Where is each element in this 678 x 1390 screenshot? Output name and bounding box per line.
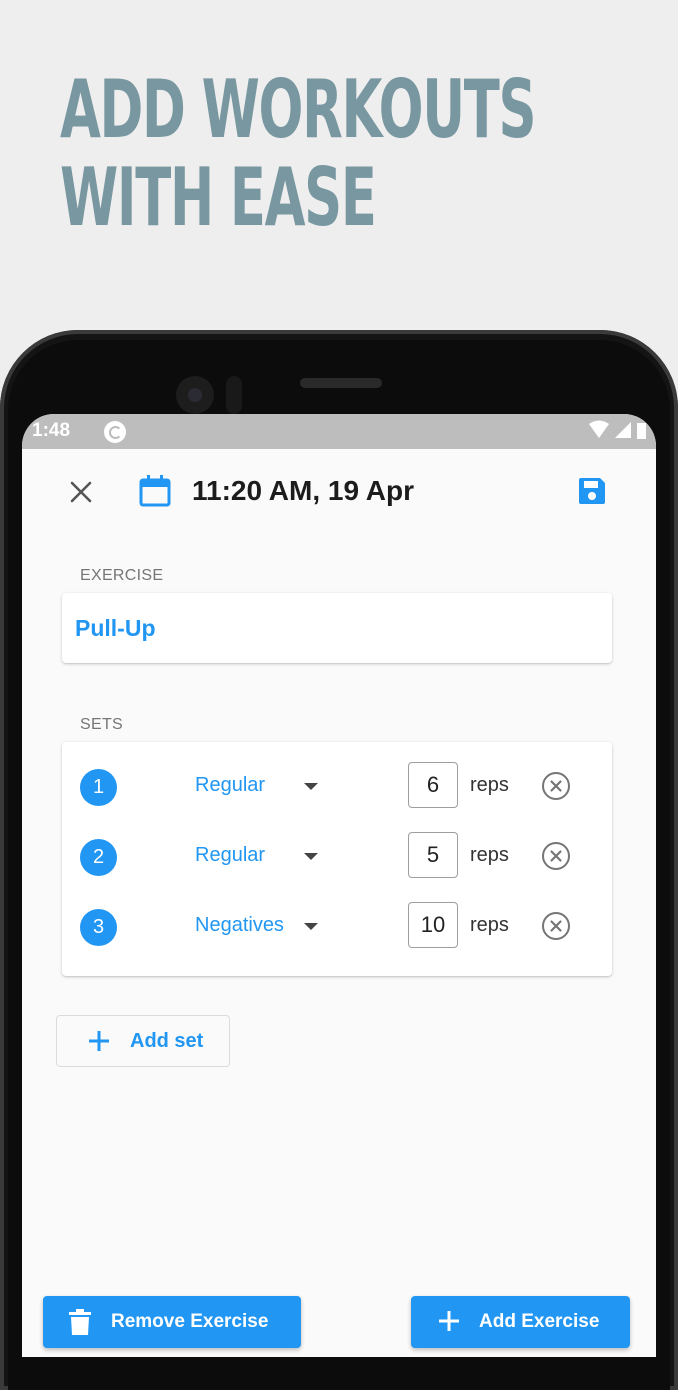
set-type-dropdown[interactable]: Regular	[195, 774, 265, 797]
dropdown-caret-icon[interactable]	[304, 783, 318, 790]
sets-section-label: SETS	[80, 716, 123, 733]
calendar-icon[interactable]	[138, 474, 172, 508]
reps-input[interactable]: 6	[408, 762, 458, 808]
reps-input[interactable]: 10	[408, 902, 458, 948]
sets-card: 1 Regular 6 reps 2 Regular 5 reps 3 Nega…	[62, 742, 612, 976]
notification-app-icon	[104, 421, 126, 443]
remove-exercise-button[interactable]: Remove Exercise	[43, 1296, 301, 1348]
add-exercise-button[interactable]: Add Exercise	[411, 1296, 630, 1348]
set-number-badge: 1	[80, 769, 117, 806]
exercise-card[interactable]: Pull-Up	[62, 593, 612, 663]
app-bar: 11:20 AM, 19 Apr	[22, 449, 656, 533]
add-set-label: Add set	[130, 1030, 204, 1052]
dropdown-caret-icon[interactable]	[304, 853, 318, 860]
wifi-icon	[589, 420, 609, 438]
add-set-button[interactable]: Add set	[56, 1015, 230, 1067]
front-camera	[176, 376, 214, 414]
set-number-badge: 2	[80, 839, 117, 876]
reps-input[interactable]: 5	[408, 832, 458, 878]
status-time: 1:48	[32, 420, 71, 441]
remove-set-icon[interactable]	[540, 910, 572, 942]
remove-set-icon[interactable]	[540, 840, 572, 872]
battery-icon	[637, 423, 646, 439]
save-icon[interactable]	[576, 475, 608, 507]
promo-headline: ADD WORKOUTS WITH EASE	[60, 63, 537, 244]
earpiece-speaker	[300, 378, 382, 388]
reps-unit-label: reps	[470, 914, 509, 936]
trash-icon	[69, 1309, 91, 1335]
signal-icon	[615, 422, 631, 438]
reps-unit-label: reps	[470, 774, 509, 796]
set-type-dropdown[interactable]: Regular	[195, 844, 265, 867]
remove-set-icon[interactable]	[540, 770, 572, 802]
close-icon[interactable]	[66, 477, 96, 507]
set-row: 2 Regular 5 reps	[62, 822, 612, 892]
set-type-dropdown[interactable]: Negatives	[195, 914, 284, 937]
set-row: 1 Regular 6 reps	[62, 752, 612, 822]
plus-icon	[439, 1311, 459, 1331]
reps-unit-label: reps	[470, 844, 509, 866]
exercise-name[interactable]: Pull-Up	[75, 615, 156, 642]
workout-datetime[interactable]: 11:20 AM, 19 Apr	[192, 475, 414, 507]
phone-screen: 1:48 11:20 AM, 19 Apr EXERCISE Pull-Up S…	[22, 414, 656, 1357]
exercise-section-label: EXERCISE	[80, 567, 164, 584]
remove-exercise-label: Remove Exercise	[111, 1311, 269, 1332]
status-icons	[588, 420, 646, 440]
dropdown-caret-icon[interactable]	[304, 923, 318, 930]
plus-icon	[89, 1031, 109, 1051]
proximity-sensor	[226, 376, 242, 414]
add-exercise-label: Add Exercise	[479, 1311, 600, 1332]
set-number-badge: 3	[80, 909, 117, 946]
headline-line-2: WITH EASE	[60, 151, 377, 244]
status-bar: 1:48	[22, 414, 656, 449]
headline-line-1: ADD WORKOUTS	[60, 63, 537, 156]
set-row: 3 Negatives 10 reps	[62, 892, 612, 962]
